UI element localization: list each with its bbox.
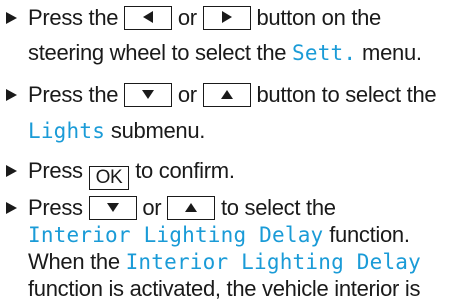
instruction-text: button to select the [250, 82, 437, 107]
instruction-text: to select the [215, 195, 336, 220]
instruction-page: Press the or button on the steering wheel… [0, 0, 465, 301]
instruction-line: When the Interior Lighting Delay [28, 247, 421, 277]
instruction-text: button on the [250, 5, 381, 30]
down-arrow-button [124, 83, 173, 107]
triangle-bullet-icon [4, 3, 26, 33]
triangle-bullet-icon [4, 193, 26, 223]
instruction-line: Press the or button to select the [6, 80, 437, 110]
instruction-line: Interior Lighting Delay function. [28, 220, 410, 250]
instruction-text: Press [28, 158, 89, 183]
instruction-text: submenu. [105, 118, 206, 143]
instruction-line: Press or to select the [6, 193, 336, 223]
triangle-bullet-icon [4, 80, 26, 110]
down-arrow-button [88, 196, 137, 220]
instruction-text: or [172, 82, 203, 107]
instruction-line: function is activated, the vehicle inter… [28, 274, 420, 304]
instruction-text: Press the [28, 82, 125, 107]
instruction-text: function. [323, 222, 410, 247]
display-menu-text: Lights [28, 119, 106, 143]
display-menu-text: Sett. [292, 41, 357, 65]
instruction-text: function is activated, the vehicle inter… [28, 276, 421, 301]
instruction-text: or [136, 195, 168, 220]
instruction-text: or [172, 5, 203, 30]
up-arrow-button [167, 196, 216, 220]
instruction-line: steering wheel to select the Sett. menu. [28, 38, 422, 68]
instruction-text: to confirm. [129, 158, 235, 183]
instruction-text: Press the [28, 5, 125, 30]
instruction-line: Press OK to confirm. [6, 156, 235, 190]
display-menu-text: Interior Lighting Delay [125, 250, 421, 274]
triangle-bullet-icon [4, 156, 26, 186]
display-menu-text: Interior Lighting Delay [28, 223, 324, 247]
instruction-text: Press [28, 195, 89, 220]
instruction-text: menu. [356, 40, 422, 65]
ok-button: OK [88, 166, 130, 190]
instruction-text: When the [28, 249, 126, 274]
instruction-text: steering wheel to select the [28, 40, 293, 65]
left-arrow-button [124, 6, 173, 30]
instruction-line: Lights submenu. [28, 116, 205, 146]
right-arrow-button [202, 6, 251, 30]
instruction-line: Press the or button on the [6, 3, 381, 33]
up-arrow-button [202, 83, 251, 107]
